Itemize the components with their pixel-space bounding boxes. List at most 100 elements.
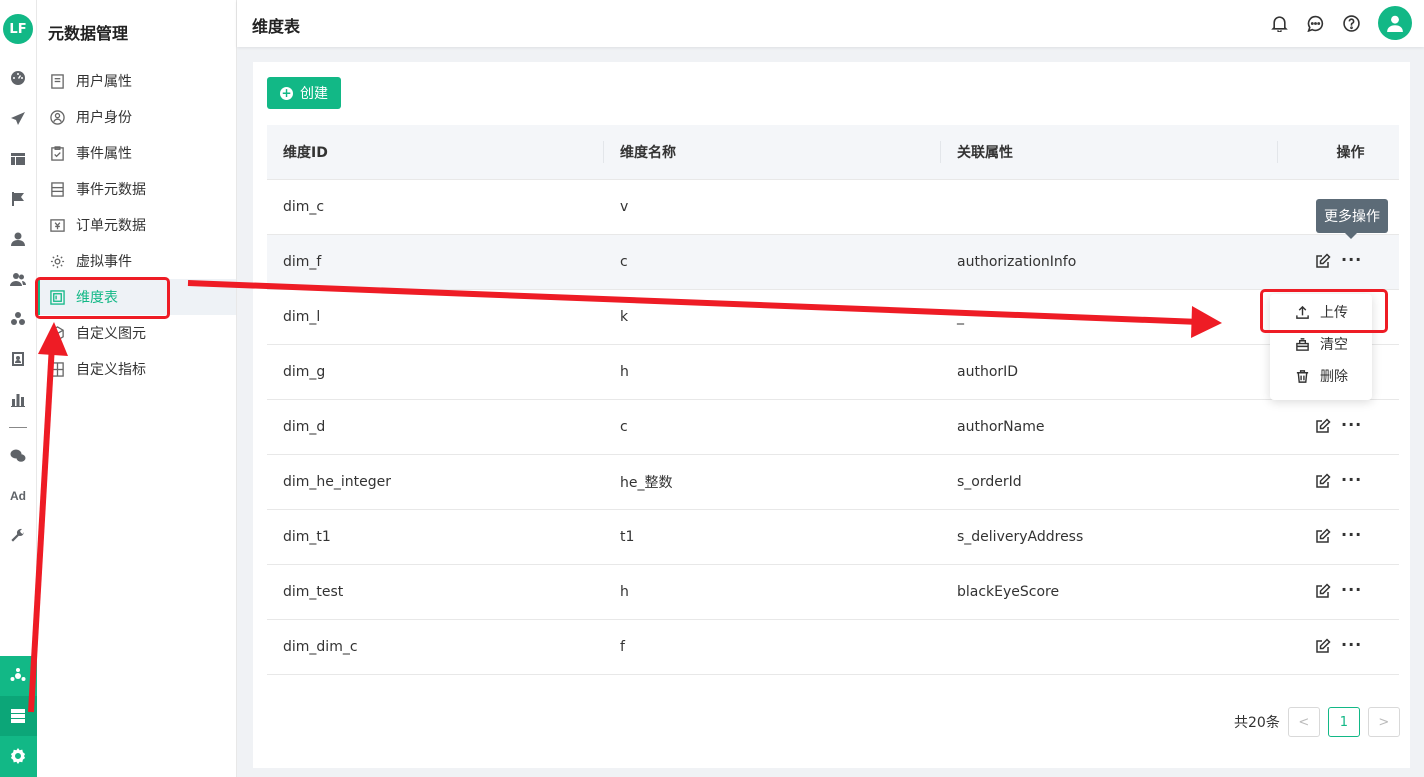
sidebar-item-dimension-table[interactable]: 维度表 (37, 279, 236, 315)
edit-icon[interactable] (1315, 637, 1331, 658)
cell-related-attribute: s_orderId (957, 474, 1022, 490)
sidebar-item-label: 事件元数据 (76, 182, 146, 198)
cell-dimension-id: dim_test (283, 584, 344, 600)
row-actions: ··· (1315, 565, 1362, 620)
more-icon[interactable]: ··· (1341, 581, 1362, 600)
more-actions-dropdown: 上传 清空 删除 (1270, 294, 1372, 400)
cell-dimension-id: dim_g (283, 364, 326, 380)
sidebar-item-user-attributes[interactable]: 用户属性 (37, 63, 236, 99)
wechat-icon[interactable] (8, 446, 28, 466)
dropdown-item-label: 上传 (1320, 305, 1348, 321)
edit-icon[interactable] (1315, 252, 1331, 273)
sidebar-item-order-metadata[interactable]: 订单元数据 (37, 207, 236, 243)
clear-icon (1296, 337, 1309, 351)
bell-icon[interactable] (1269, 13, 1289, 33)
send-icon[interactable] (8, 109, 28, 129)
icon-rail: LF Ad (0, 0, 37, 777)
table-row: dim_l k _ (267, 290, 1399, 345)
edit-icon[interactable] (1315, 582, 1331, 603)
sidebar-item-virtual-events[interactable]: 虚拟事件 (37, 243, 236, 279)
cell-dimension-name: t1 (620, 529, 635, 545)
virtual-event-icon (49, 253, 65, 269)
table-header: 维度ID 维度名称 关联属性 操作 (267, 125, 1399, 180)
ad-icon[interactable]: Ad (8, 486, 28, 506)
dropdown-item-label: 删除 (1320, 369, 1348, 385)
cell-related-attribute (941, 620, 1278, 675)
dashboard-icon[interactable] (8, 68, 28, 88)
row-actions: ··· (1315, 455, 1362, 510)
users-icon[interactable] (8, 269, 28, 289)
cell-dimension-id: dim_he_integer (283, 474, 392, 490)
trash-icon (1296, 369, 1309, 383)
table-row: dim_he_integer he_整数 s_orderId ··· (267, 455, 1399, 510)
dropdown-item-clear[interactable]: 清空 (1270, 328, 1372, 360)
more-icon[interactable]: ··· (1341, 416, 1362, 435)
row-actions: ··· (1315, 235, 1362, 290)
server-icon[interactable] (8, 706, 28, 726)
cell-related-attribute: authorID (957, 364, 1019, 380)
cell-dimension-name: c (620, 419, 628, 435)
dimension-table: 维度ID 维度名称 关联属性 操作 dim_c v dim_f c authorizat… (267, 125, 1399, 675)
dimension-table-icon (49, 289, 65, 305)
column-header-name: 维度名称 (604, 125, 941, 180)
cell-dimension-id: dim_dim_c (283, 639, 358, 655)
column-header-actions: 操作 (1336, 145, 1365, 161)
table-row: dim_dim_c f ··· (267, 620, 1399, 675)
sidebar-item-user-identity[interactable]: 用户身份 (37, 99, 236, 135)
pagination-page-button[interactable]: 1 (1327, 707, 1360, 737)
sidebar-item-label: 自定义指标 (76, 362, 146, 378)
sidebar-item-custom-elements[interactable]: 自定义图元 (37, 315, 236, 351)
table-row: dim_t1 t1 s_deliveryAddress ··· (267, 510, 1399, 565)
cell-related-attribute: authorName (957, 419, 1045, 435)
settings-icon[interactable] (8, 746, 28, 766)
custom-metric-icon (49, 361, 65, 377)
edit-icon[interactable] (1315, 417, 1331, 438)
cell-dimension-name: h (620, 584, 629, 600)
cell-dimension-name: f (620, 639, 625, 655)
flag-icon[interactable] (8, 189, 28, 209)
row-actions: ··· (1315, 400, 1362, 455)
column-header-id: 维度ID (267, 125, 604, 180)
table-row: dim_d c authorName ··· (267, 400, 1399, 455)
create-button-label: 创建 (300, 86, 328, 102)
more-actions-tooltip: 更多操作 (1316, 199, 1388, 239)
table-row: dim_c v (267, 180, 1399, 235)
cluster-icon[interactable] (8, 309, 28, 329)
pagination-next-button[interactable]: > (1367, 707, 1400, 737)
column-header-attribute: 关联属性 (941, 125, 1278, 180)
edit-icon[interactable] (1315, 472, 1331, 493)
sidebar-item-event-metadata[interactable]: 事件元数据 (37, 171, 236, 207)
wrench-icon[interactable] (8, 526, 28, 546)
avatar-icon[interactable] (1378, 6, 1412, 40)
app-logo[interactable]: LF (3, 14, 33, 44)
create-button[interactable]: + 创建 (267, 77, 341, 109)
pagination-prev-button[interactable]: < (1287, 707, 1320, 737)
hub-icon[interactable] (8, 666, 28, 686)
page-title: 维度表 (252, 17, 301, 36)
table-row: dim_g h authorID (267, 345, 1399, 400)
more-icon[interactable]: ··· (1341, 636, 1362, 655)
dropdown-item-delete[interactable]: 删除 (1270, 360, 1372, 392)
user-icon[interactable] (8, 229, 28, 249)
message-icon[interactable] (1305, 13, 1325, 33)
dropdown-item-label: 清空 (1320, 337, 1348, 353)
sidebar-item-custom-metrics[interactable]: 自定义指标 (37, 351, 236, 387)
sidebar-item-label: 维度表 (76, 290, 118, 306)
sidebar-item-event-attributes[interactable]: 事件属性 (37, 135, 236, 171)
more-icon[interactable]: ··· (1341, 251, 1362, 270)
help-icon[interactable] (1341, 13, 1361, 33)
sidebar-item-label: 用户属性 (76, 74, 132, 90)
bar-chart-icon[interactable] (8, 389, 28, 409)
more-icon[interactable]: ··· (1341, 471, 1362, 490)
dropdown-item-upload[interactable]: 上传 (1270, 296, 1372, 328)
contacts-icon[interactable] (8, 349, 28, 369)
cell-related-attribute: authorizationInfo (957, 254, 1077, 270)
more-icon[interactable]: ··· (1341, 526, 1362, 545)
cell-dimension-name: c (620, 254, 628, 270)
layout-icon[interactable] (8, 149, 28, 169)
cell-dimension-name: v (620, 199, 629, 215)
secondary-sidebar: 元数据管理 用户属性 用户身份 事件属性 事件元数据 订单元数据 虚拟事件 维度… (37, 0, 237, 777)
edit-icon[interactable] (1315, 527, 1331, 548)
cell-dimension-id: dim_d (283, 419, 326, 435)
sidebar-item-label: 订单元数据 (76, 218, 146, 234)
